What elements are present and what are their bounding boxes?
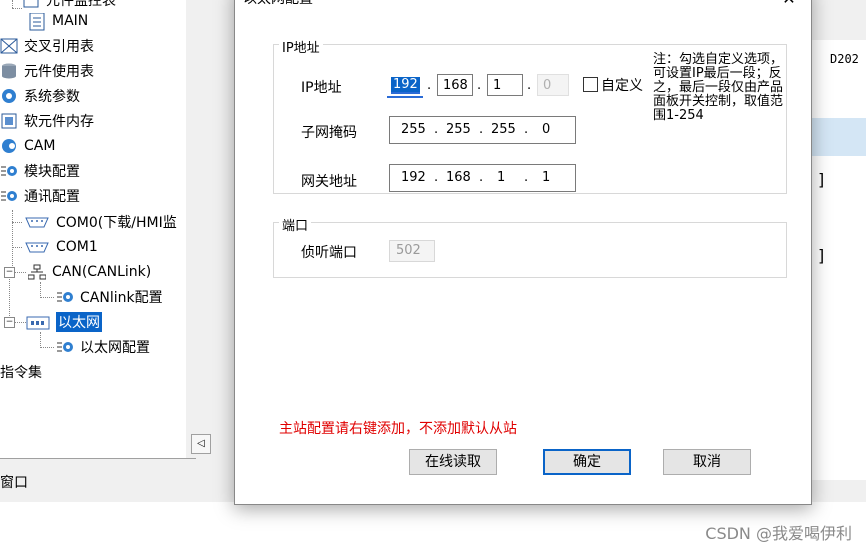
ip-segment-2[interactable]: 168 (437, 74, 473, 96)
tree-item-label: COM0(下载/HMI监 (56, 215, 177, 231)
cancel-button[interactable]: 取消 (663, 449, 751, 475)
listen-port-field: 502 (389, 240, 435, 262)
online-read-button[interactable]: 在线读取 (409, 449, 497, 475)
ip-segment-1[interactable]: 192 (387, 74, 423, 98)
tree-item-label: 指令集 (0, 365, 42, 381)
tree-item-label: 软元件内存 (24, 114, 94, 130)
config-gear-icon (56, 289, 74, 305)
gateway-field[interactable]: 192 . 168 . 1 . 1 (389, 164, 576, 192)
config-gear-icon (0, 163, 18, 179)
tree-item-label: MAIN (52, 13, 89, 29)
scroll-left-arrow-icon[interactable]: ◁ (191, 434, 211, 454)
tree-item-label: 元件监控表 (46, 0, 116, 9)
tree-item-can[interactable]: CAN(CANLink) (27, 261, 152, 283)
monitor-table-icon (22, 0, 40, 8)
subnet-mask-label: 子网掩码 (301, 125, 357, 141)
tree-item-canlink-config[interactable]: CANlink配置 (56, 286, 163, 308)
tree-collapse-toggle[interactable]: − (4, 317, 15, 328)
serial-port-icon (24, 239, 50, 255)
close-icon[interactable]: ✕ (779, 0, 799, 11)
listen-port-label: 侦听端口 (301, 245, 357, 261)
ip-dot: . (527, 78, 532, 93)
tree-item-ethernet[interactable]: 以太网 (26, 311, 102, 333)
port-group-title: 端口 (279, 215, 312, 234)
tree-item-label: CANlink配置 (80, 290, 163, 306)
memory-icon (0, 113, 18, 129)
ok-button[interactable]: 确定 (543, 449, 631, 475)
tree-item-com1[interactable]: COM1 (24, 236, 98, 258)
cam-icon (0, 138, 18, 154)
tree-item-soft-memory[interactable]: 软元件内存 (0, 110, 94, 132)
custom-checkbox-label: 自定义 (601, 78, 643, 94)
cross-ref-icon (0, 38, 18, 54)
watermark: CSDN @我爱喝伊利 (705, 524, 852, 543)
ethernet-icon (26, 314, 50, 330)
tree-item-label: 模块配置 (24, 164, 80, 180)
custom-checkbox[interactable] (583, 77, 598, 92)
tree-item-label: 以太网 (56, 312, 102, 332)
ip-address-label: IP地址 (301, 80, 342, 96)
tree-item-label: CAN(CANLink) (52, 264, 152, 280)
subnet-mask-field[interactable]: 255 . 255 . 255 . 0 (389, 116, 576, 144)
tree-item-instruction-set[interactable]: 指令集 (0, 361, 42, 383)
device-label: D202 (830, 52, 859, 66)
tree-item-element-usage[interactable]: 元件使用表 (0, 60, 94, 82)
custom-note-text: 注：勾选自定义选项，可设置IP最后一段；反之，最后一段仅由产品面板开关控制，取值… (653, 52, 784, 123)
database-icon (0, 63, 18, 79)
system-params-icon (0, 88, 18, 104)
tree-collapse-toggle[interactable]: − (4, 267, 15, 278)
tree-item-ethernet-config[interactable]: 以太网配置 (56, 336, 150, 358)
tree-item-main[interactable]: MAIN (28, 10, 88, 32)
document-icon (28, 12, 46, 31)
project-tree[interactable]: − − 元件监控表 MAIN 交叉引用表 元件使用表 系统参数 软元件内存 CA… (0, 0, 187, 458)
tree-item-module-config[interactable]: 模块配置 (0, 160, 80, 182)
tree-scrollbar[interactable] (186, 0, 196, 458)
ethernet-config-dialog: 以太网配置 ✕ IP地址 IP地址 192 . 168 . 1 . 0 自定义 … (234, 0, 812, 505)
ip-dot: . (427, 78, 432, 93)
tree-item-label: 通讯配置 (24, 189, 80, 205)
ip-dot: . (477, 78, 482, 93)
tree-item-label: 以太网配置 (80, 340, 150, 356)
ip-segment-3[interactable]: 1 (487, 74, 523, 96)
dialog-title: 以太网配置 (243, 0, 313, 11)
tree-item-label: CAM (24, 138, 56, 154)
gateway-label: 网关地址 (301, 174, 357, 190)
config-gear-icon (56, 339, 74, 355)
window-tab-label: 窗口 (0, 475, 28, 491)
tree-item-label: COM1 (56, 239, 98, 255)
ip-group-title: IP地址 (279, 37, 323, 56)
tree-item-com0[interactable]: COM0(下载/HMI监 (24, 211, 177, 233)
network-tree-icon (27, 264, 47, 280)
bracket-mark: ] (818, 246, 825, 265)
config-gear-icon (0, 188, 18, 204)
bracket-mark: ] (818, 170, 825, 189)
tree-item-system-params[interactable]: 系统参数 (0, 85, 80, 107)
tree-item-label: 交叉引用表 (24, 39, 94, 55)
serial-port-icon (24, 214, 50, 230)
window-panel-tab[interactable]: 窗口 (0, 458, 196, 504)
tree-item-cross-reference[interactable]: 交叉引用表 (0, 35, 94, 57)
tree-item-label: 元件使用表 (24, 64, 94, 80)
ip-segment-4: 0 (537, 74, 569, 96)
tree-item-label: 系统参数 (24, 89, 80, 105)
tree-item-comm-config[interactable]: 通讯配置 (0, 185, 80, 207)
tree-item-cam[interactable]: CAM (0, 135, 55, 157)
ip-address-field[interactable]: 192 . 168 . 1 . 0 (387, 74, 577, 98)
master-station-warning: 主站配置请右键添加，不添加默认从站 (279, 421, 517, 437)
